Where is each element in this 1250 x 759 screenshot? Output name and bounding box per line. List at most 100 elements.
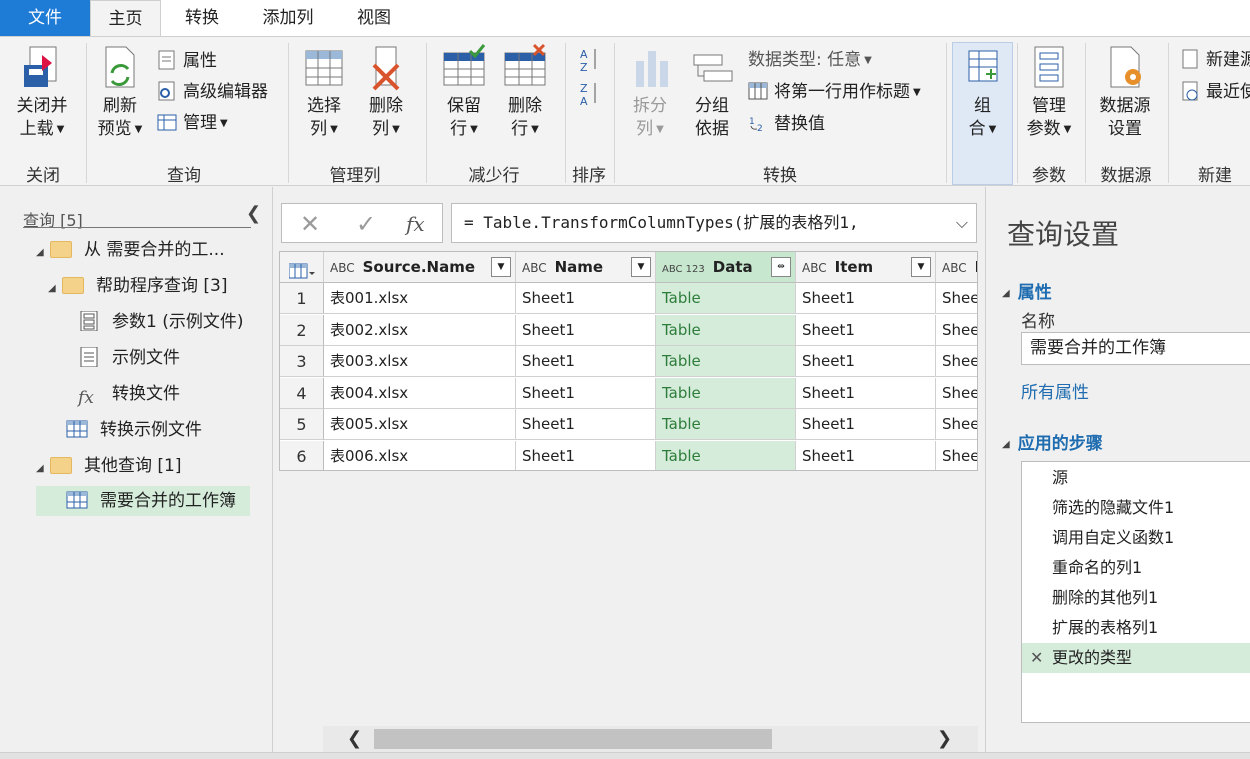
sort-ascending-button[interactable]: AZ xyxy=(578,47,602,75)
tree-item-transform-file[interactable]: fx 转换文件 xyxy=(78,379,180,409)
replace-values-button[interactable]: 1 2 替换值 xyxy=(748,110,825,138)
table-cell[interactable]: Table xyxy=(656,377,796,409)
tree-folder-other[interactable]: ◢ 其他查询 [1] xyxy=(36,451,181,481)
data-source-settings-button[interactable]: 数据源 设置 xyxy=(1092,43,1158,141)
table-cell[interactable]: Table xyxy=(656,409,796,440)
table-cell[interactable]: Sheet xyxy=(936,346,977,377)
refresh-preview-button[interactable]: 刷新 预览 ▼ xyxy=(92,43,148,141)
properties-section-header[interactable]: ◢ 属性 xyxy=(1002,278,1052,303)
tab-view[interactable]: 视图 xyxy=(342,0,406,36)
tab-home[interactable]: 主页 xyxy=(90,0,161,37)
table-cell[interactable]: Sheet1 xyxy=(516,314,656,346)
table-cell[interactable]: 表006.xlsx xyxy=(324,440,516,470)
formula-bar[interactable]: = Table.TransformColumnTypes(扩展的表格列1, ⌵ xyxy=(451,203,977,243)
row-number[interactable]: 1 xyxy=(280,283,324,314)
tab-add-column[interactable]: 添加列 xyxy=(248,0,328,36)
row-number[interactable]: 4 xyxy=(280,377,324,409)
collapse-triangle-icon[interactable]: ◢ xyxy=(48,274,62,304)
table-cell[interactable]: 表004.xlsx xyxy=(324,377,516,409)
tree-folder-root[interactable]: ◢ 从 需要合并的工... xyxy=(36,235,225,265)
table-cell[interactable]: Sheet xyxy=(936,378,977,409)
table-cell[interactable]: Sheet1 xyxy=(516,440,656,470)
column-header-name[interactable]: ABC Name ▼ xyxy=(516,252,656,283)
expand-column-icon[interactable]: ⇹ xyxy=(771,257,791,277)
scroll-left-icon[interactable]: ❮ xyxy=(347,726,362,752)
properties-button[interactable]: 属性 xyxy=(157,47,217,75)
delete-step-icon[interactable]: ✕ xyxy=(1030,643,1043,673)
group-by-button[interactable]: 分组 依据 xyxy=(686,43,738,141)
column-header-item[interactable]: ABC Item ▼ xyxy=(796,252,936,283)
table-cell[interactable]: Sheet xyxy=(936,441,977,471)
collapse-triangle-icon[interactable]: ◢ xyxy=(1002,288,1010,299)
combine-button-content[interactable]: 组 合 ▼ xyxy=(954,43,1011,141)
all-properties-link[interactable]: 所有属性 xyxy=(1021,378,1089,403)
table-cell[interactable]: Table xyxy=(656,314,796,346)
row-number[interactable]: 6 xyxy=(280,440,324,470)
filter-dropdown-icon[interactable]: ▼ xyxy=(911,257,931,277)
applied-step[interactable]: 扩展的表格列1 xyxy=(1022,613,1250,643)
close-and-load-button[interactable]: 关闭并 上载 ▼ xyxy=(8,43,76,141)
row-number[interactable]: 3 xyxy=(280,346,324,377)
filter-dropdown-icon[interactable]: ▼ xyxy=(631,257,651,277)
query-name-input[interactable]: 需要合并的工作簿 xyxy=(1021,332,1250,365)
applied-step[interactable]: 调用自定义函数1 xyxy=(1022,523,1250,553)
function-icon[interactable]: fx xyxy=(406,212,425,236)
tree-item-transform-sample[interactable]: 转换示例文件 xyxy=(66,415,202,445)
row-number[interactable]: 5 xyxy=(280,409,324,440)
formula-text[interactable]: = Table.TransformColumnTypes(扩展的表格列1, xyxy=(464,213,859,232)
table-cell[interactable]: 表005.xlsx xyxy=(324,409,516,440)
advanced-editor-button[interactable]: 高级编辑器 xyxy=(157,78,268,106)
manage-parameters-button[interactable]: 管理 参数 ▼ xyxy=(1022,43,1076,141)
applied-step[interactable]: 筛选的隐藏文件1 xyxy=(1022,493,1250,523)
split-column-button[interactable]: 拆分 列 ▼ xyxy=(624,43,676,141)
table-cell[interactable]: 表002.xlsx xyxy=(324,314,516,346)
table-cell[interactable]: Sheet1 xyxy=(796,346,936,377)
applied-step[interactable]: ✕ 更改的类型 xyxy=(1022,643,1250,673)
collapse-triangle-icon[interactable]: ◢ xyxy=(1002,439,1010,450)
choose-columns-button[interactable]: 选择 列 ▼ xyxy=(296,43,352,141)
data-type-dropdown[interactable]: 数据类型: 任意 ▼ xyxy=(748,46,872,74)
table-cell[interactable]: Table xyxy=(656,346,796,377)
tree-item-param1[interactable]: 参数1 (示例文件) xyxy=(78,307,243,337)
table-cell[interactable]: Table xyxy=(656,283,796,314)
filter-dropdown-icon[interactable]: ▼ xyxy=(491,257,511,277)
keep-rows-button[interactable]: 保留 行 ▼ xyxy=(436,43,492,141)
table-cell[interactable]: Sheet1 xyxy=(516,409,656,440)
remove-rows-button[interactable]: 删除 行 ▼ xyxy=(497,43,553,141)
tab-transform[interactable]: 转换 xyxy=(166,0,238,36)
table-cell[interactable]: Sheet1 xyxy=(796,283,936,314)
commit-formula-icon[interactable]: ✓ xyxy=(356,210,376,238)
table-cell[interactable]: Sheet xyxy=(936,315,977,346)
column-header-source-name[interactable]: ABC Source.Name ▼ xyxy=(324,252,516,283)
table-cell[interactable]: Sheet1 xyxy=(516,346,656,377)
applied-steps-section-header[interactable]: ◢ 应用的步骤 xyxy=(1002,429,1103,454)
scrollbar-thumb[interactable] xyxy=(374,729,772,749)
tree-item-sample-file[interactable]: 示例文件 xyxy=(78,343,180,373)
collapse-triangle-icon[interactable]: ◢ xyxy=(36,454,50,484)
applied-step[interactable]: 源 xyxy=(1022,463,1250,493)
collapse-triangle-icon[interactable]: ◢ xyxy=(36,238,50,268)
table-menu-button[interactable] xyxy=(280,252,324,283)
cancel-formula-icon[interactable]: ✕ xyxy=(300,210,320,238)
recent-sources-button[interactable]: 最近使 xyxy=(1180,78,1250,106)
collapse-pane-icon[interactable]: ❮ xyxy=(246,203,261,224)
remove-columns-button[interactable]: 删除 列 ▼ xyxy=(358,43,414,141)
table-cell[interactable]: Table xyxy=(656,440,796,470)
new-source-button[interactable]: 新建源 xyxy=(1180,46,1250,74)
tab-file[interactable]: 文件 xyxy=(0,0,90,36)
table-cell[interactable]: Sheet1 xyxy=(796,409,936,440)
row-number[interactable]: 2 xyxy=(280,314,324,346)
expand-formula-chevron-icon[interactable]: ⌵ xyxy=(956,204,968,242)
table-cell[interactable]: Sheet1 xyxy=(516,283,656,314)
applied-step[interactable]: 重命名的列1 xyxy=(1022,553,1250,583)
table-cell[interactable]: Sheet1 xyxy=(796,314,936,346)
use-first-row-header-button[interactable]: 将第一行用作标题 ▼ xyxy=(748,78,921,106)
table-cell[interactable]: Sheet1 xyxy=(796,377,936,409)
table-cell[interactable]: Sheet xyxy=(936,409,977,440)
table-cell[interactable]: 表003.xlsx xyxy=(324,346,516,377)
tree-item-workbook[interactable]: 需要合并的工作簿 xyxy=(36,486,250,516)
column-header-data[interactable]: ABC 123 Data ⇹ xyxy=(656,252,796,283)
sort-descending-button[interactable]: ZA xyxy=(578,81,602,109)
manage-button[interactable]: 管理 ▼ xyxy=(157,109,228,137)
table-cell[interactable]: 表001.xlsx xyxy=(324,283,516,314)
